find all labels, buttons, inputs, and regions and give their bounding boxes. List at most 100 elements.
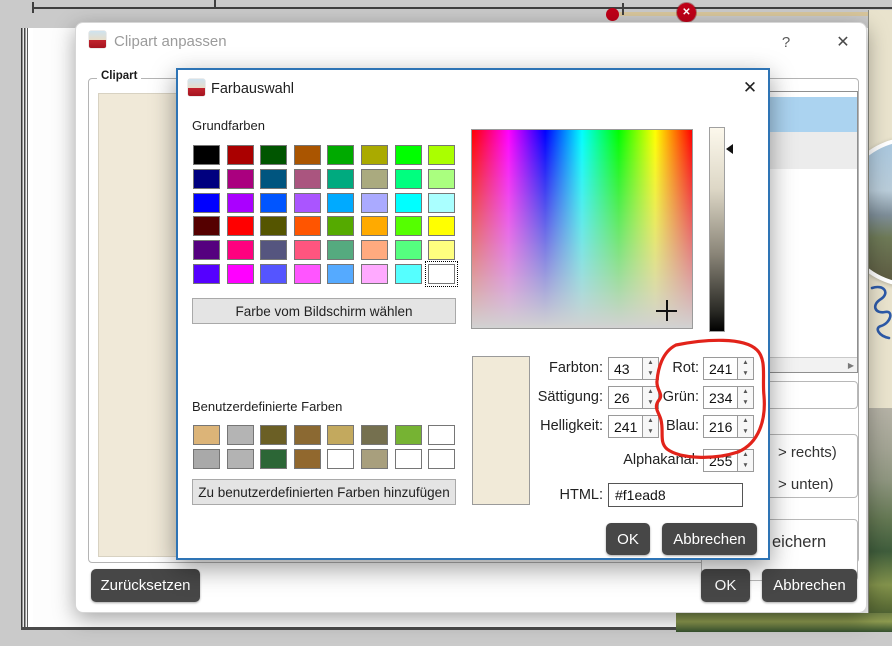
color-swatch[interactable]: [294, 264, 321, 284]
spin-down-icon[interactable]: ▼: [738, 369, 753, 380]
color-swatch[interactable]: [428, 169, 455, 189]
color-swatch[interactable]: [428, 240, 455, 260]
color-cancel-button[interactable]: Abbrechen: [662, 523, 757, 555]
spin-down-icon[interactable]: ▼: [738, 427, 753, 438]
color-swatch[interactable]: [260, 145, 287, 165]
reset-button[interactable]: Zurücksetzen: [91, 569, 200, 602]
color-swatch[interactable]: [193, 169, 220, 189]
color-swatch[interactable]: [395, 240, 422, 260]
spin-up-icon[interactable]: ▲: [738, 450, 753, 461]
color-swatch[interactable]: [294, 145, 321, 165]
green-input[interactable]: 234: [703, 386, 738, 409]
color-swatch[interactable]: [227, 216, 254, 236]
alpha-input[interactable]: 255: [703, 449, 738, 472]
color-swatch[interactable]: [294, 193, 321, 213]
color-swatch[interactable]: [395, 264, 422, 284]
html-input[interactable]: #f1ead8: [608, 483, 743, 507]
green-spinner[interactable]: ▲ ▼: [738, 386, 754, 409]
spin-up-icon[interactable]: ▲: [738, 387, 753, 398]
color-swatch[interactable]: [428, 449, 455, 469]
color-swatch[interactable]: [327, 193, 354, 213]
add-custom-color-button[interactable]: Zu benutzerdefinierten Farben hinzufügen: [192, 479, 456, 505]
color-swatch[interactable]: [428, 193, 455, 213]
red-spinner[interactable]: ▲ ▼: [738, 357, 754, 380]
color-swatch[interactable]: [260, 216, 287, 236]
color-swatch[interactable]: [260, 169, 287, 189]
color-swatch[interactable]: [327, 240, 354, 260]
color-swatch[interactable]: [395, 449, 422, 469]
color-swatch[interactable]: [327, 216, 354, 236]
slider-arrow-icon[interactable]: [726, 144, 733, 154]
help-button[interactable]: ?: [776, 31, 796, 53]
color-swatch[interactable]: [193, 449, 220, 469]
color-swatch[interactable]: [193, 145, 220, 165]
color-swatch[interactable]: [227, 193, 254, 213]
color-swatch[interactable]: [361, 145, 388, 165]
color-swatch[interactable]: [294, 169, 321, 189]
color-ok-button[interactable]: OK: [606, 523, 650, 555]
crosshair-marker[interactable]: [656, 300, 677, 321]
color-swatch[interactable]: [227, 449, 254, 469]
color-swatch[interactable]: [260, 449, 287, 469]
color-swatch[interactable]: [227, 240, 254, 260]
color-swatch[interactable]: [428, 216, 455, 236]
color-swatch[interactable]: [361, 240, 388, 260]
color-swatch[interactable]: [227, 264, 254, 284]
color-swatch[interactable]: [361, 449, 388, 469]
color-swatch[interactable]: [428, 145, 455, 165]
color-swatch[interactable]: [260, 193, 287, 213]
option-rechts[interactable]: > rechts): [778, 444, 837, 461]
close-icon[interactable]: ✕: [832, 30, 854, 54]
red-input[interactable]: 241: [703, 357, 738, 380]
color-swatch[interactable]: [428, 425, 455, 445]
blue-spinner[interactable]: ▲ ▼: [738, 415, 754, 438]
option-unten[interactable]: > unten): [778, 476, 833, 493]
color-swatch[interactable]: [193, 216, 220, 236]
brightness-slider[interactable]: [709, 127, 725, 332]
clipart-ok-button[interactable]: OK: [701, 569, 750, 602]
color-swatch[interactable]: [327, 425, 354, 445]
pick-from-screen-button[interactable]: Farbe vom Bildschirm wählen: [192, 298, 456, 324]
color-swatch[interactable]: [327, 169, 354, 189]
color-swatch[interactable]: [395, 193, 422, 213]
color-swatch[interactable]: [361, 169, 388, 189]
spin-down-icon[interactable]: ▼: [738, 461, 753, 472]
color-swatch[interactable]: [260, 264, 287, 284]
color-swatch[interactable]: [294, 216, 321, 236]
color-swatch[interactable]: [395, 169, 422, 189]
color-swatch[interactable]: [193, 264, 220, 284]
color-swatch[interactable]: [227, 169, 254, 189]
color-swatch[interactable]: [327, 264, 354, 284]
color-swatch[interactable]: [227, 145, 254, 165]
color-swatch[interactable]: [193, 425, 220, 445]
color-swatch[interactable]: [193, 240, 220, 260]
color-swatch[interactable]: [294, 449, 321, 469]
red-marker-dot[interactable]: [606, 8, 619, 21]
color-swatch[interactable]: [361, 216, 388, 236]
color-swatch[interactable]: [428, 264, 455, 284]
saturation-value-map[interactable]: [471, 129, 693, 329]
blue-input[interactable]: 216: [703, 415, 738, 438]
close-icon[interactable]: ✕: [738, 76, 762, 100]
rotate-handle-icon[interactable]: ✕: [677, 3, 696, 22]
spin-up-icon[interactable]: ▲: [738, 358, 753, 369]
color-swatch[interactable]: [294, 240, 321, 260]
color-swatch[interactable]: [395, 145, 422, 165]
color-swatch[interactable]: [361, 425, 388, 445]
color-swatch[interactable]: [361, 193, 388, 213]
color-swatch[interactable]: [395, 216, 422, 236]
color-swatch[interactable]: [260, 240, 287, 260]
color-swatch[interactable]: [227, 425, 254, 445]
clipart-cancel-button[interactable]: Abbrechen: [762, 569, 857, 602]
spin-up-icon[interactable]: ▲: [738, 416, 753, 427]
scroll-right-icon[interactable]: ▶: [848, 361, 854, 370]
alpha-spinner[interactable]: ▲ ▼: [738, 449, 754, 472]
save-button-fragment[interactable]: eichern: [772, 533, 826, 552]
color-swatch[interactable]: [260, 425, 287, 445]
color-swatch[interactable]: [193, 193, 220, 213]
color-swatch[interactable]: [294, 425, 321, 445]
spin-down-icon[interactable]: ▼: [738, 398, 753, 409]
color-swatch[interactable]: [361, 264, 388, 284]
color-swatch[interactable]: [327, 145, 354, 165]
color-swatch[interactable]: [395, 425, 422, 445]
